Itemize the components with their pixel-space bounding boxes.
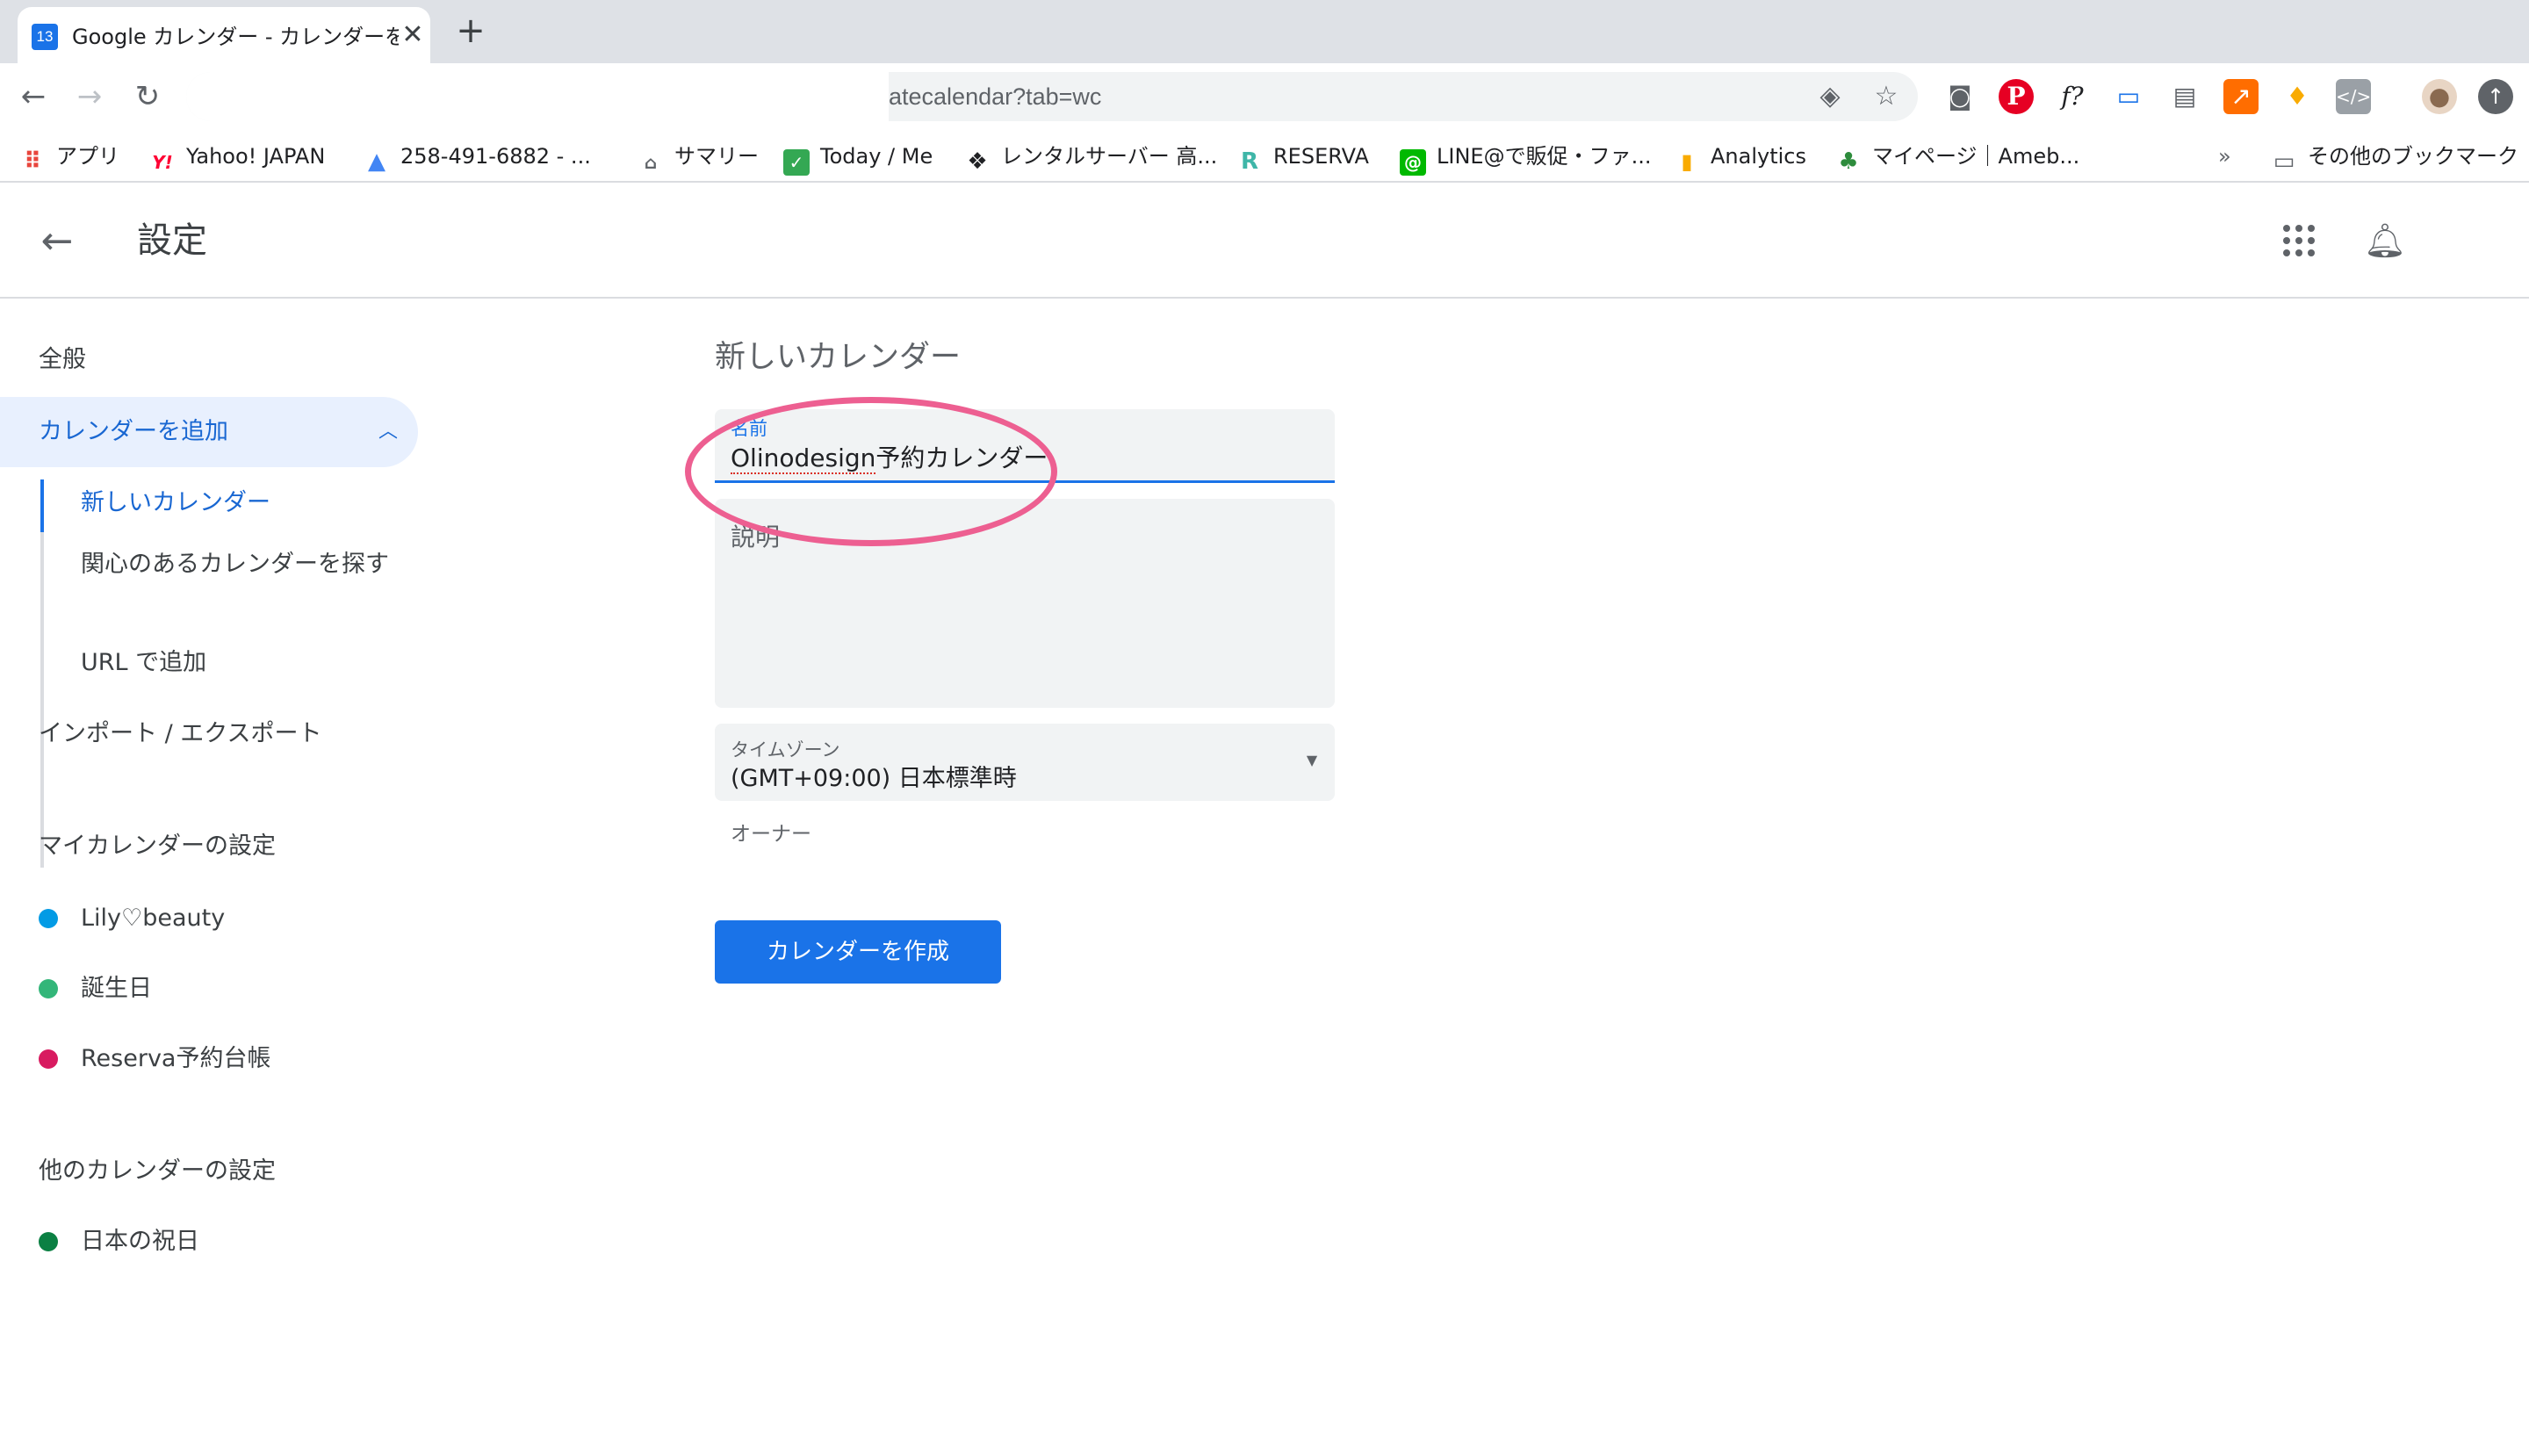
bookmark-label: マイページ｜Ameb... xyxy=(1872,144,2080,169)
form-heading: 新しいカレンダー xyxy=(715,340,962,375)
browser-tab[interactable]: 13 Google カレンダー - カレンダーを ✕ xyxy=(18,7,430,63)
new-calendar-form: 新しいカレンダー 名前 Olinodesign予約カレンダー 説明 タイムゾーン… xyxy=(0,299,2529,1456)
forward-icon[interactable]: → xyxy=(70,77,109,116)
bookmark-line[interactable]: @ LINE@で販促・ファ... xyxy=(1400,141,1652,176)
profile-avatar[interactable]: ● xyxy=(2422,79,2457,114)
bookmark-label: RESERVA xyxy=(1273,144,1369,169)
bookmark-ameba[interactable]: ♣ マイページ｜Ameb... xyxy=(1835,141,2080,175)
bookmark-today[interactable]: ✓ Today / Me xyxy=(783,141,933,176)
today-icon: ✓ xyxy=(783,149,810,176)
bookmark-summary[interactable]: ⌂ サマリー xyxy=(638,141,759,173)
name-value-misspelled: Olinodesign xyxy=(731,443,876,474)
browser-tab-strip: 13 Google カレンダー - カレンダーを ✕ + xyxy=(0,0,2529,63)
timezone-value: (GMT+09:00) 日本標準時 xyxy=(731,765,1017,792)
bookmarks-bar: ⠿ アプリ Y! Yahoo! JAPAN ▲ 258-491-6882 - ... … xyxy=(0,130,2529,183)
browser-toolbar: ← → ↻ atecalendar?tab=wc ◈ ☆ ◙ P f? ▭ ▤ … xyxy=(0,63,2529,130)
other-bookmarks[interactable]: ▭ その他のブックマーク xyxy=(2271,141,2518,175)
close-tab-icon[interactable]: ✕ xyxy=(397,19,429,51)
folder-icon: ▭ xyxy=(2273,148,2295,175)
bookmark-apps[interactable]: ⠿ アプリ xyxy=(19,141,119,175)
dropdown-caret-icon: ▼ xyxy=(1306,752,1318,768)
code-extension-icon[interactable]: </> xyxy=(2336,79,2371,114)
page-title: 設定 xyxy=(137,220,207,261)
calendar-favicon-icon: 13 xyxy=(32,24,58,50)
bookmark-analytics[interactable]: ▮ Analytics xyxy=(1674,141,1806,174)
settings-header: ← 設定 🔔︎ xyxy=(0,183,2529,299)
other-bookmarks-label: その他のブックマーク xyxy=(2308,144,2518,169)
bookmark-label: Today / Me xyxy=(820,144,933,169)
description-field[interactable]: 説明 xyxy=(715,499,1335,708)
analytics-icon: ▮ xyxy=(1681,149,1693,174)
timezone-label: タイムゾーン xyxy=(731,739,840,760)
name-value-rest: 予約カレンダー xyxy=(875,443,1048,472)
timezone-select[interactable]: タイムゾーン (GMT+09:00) 日本標準時 ▼ xyxy=(715,724,1335,801)
back-icon[interactable]: ← xyxy=(14,77,53,116)
bookmark-star-icon[interactable]: ☆ xyxy=(1870,81,1902,112)
server-icon: ❖ xyxy=(967,148,988,175)
owner-label: オーナー xyxy=(731,823,811,846)
name-value[interactable]: Olinodesign予約カレンダー xyxy=(731,443,1048,474)
camera-extension-icon[interactable]: ◙ xyxy=(1942,79,1978,114)
ameba-icon: ♣ xyxy=(1838,148,1859,175)
bookmark-label: Analytics xyxy=(1711,144,1806,169)
pinterest-extension-icon[interactable]: P xyxy=(1999,79,2034,114)
name-label: 名前 xyxy=(731,418,767,439)
bookmark-label: レンタルサーバー 高... xyxy=(1001,144,1218,169)
bookmark-label: 258-491-6882 - ... xyxy=(400,144,591,169)
bookmark-rental-server[interactable]: ❖ レンタルサーバー 高... xyxy=(964,141,1218,175)
bookmark-label: Yahoo! JAPAN xyxy=(186,144,326,169)
calendar-name-field[interactable]: 名前 Olinodesign予約カレンダー xyxy=(715,409,1335,483)
create-calendar-button[interactable]: カレンダーを作成 xyxy=(715,920,1001,984)
account-logo[interactable] xyxy=(2438,221,2496,260)
bookmark-label: アプリ xyxy=(56,144,119,169)
summary-icon: ⌂ xyxy=(644,152,658,173)
bookmark-label: LINE@で販促・ファ... xyxy=(1437,144,1652,169)
font-finder-extension-icon[interactable]: f? xyxy=(2055,79,2090,114)
bookmark-label: サマリー xyxy=(674,144,759,169)
address-bar[interactable]: atecalendar?tab=wc ◈ ☆ xyxy=(186,72,1918,121)
url-text[interactable]: atecalendar?tab=wc xyxy=(889,81,1101,112)
update-icon[interactable]: ↑ xyxy=(2478,79,2513,114)
back-arrow-icon[interactable]: ← xyxy=(35,220,79,263)
bookmark-google-ads[interactable]: ▲ 258-491-6882 - ... xyxy=(364,141,591,175)
install-app-icon[interactable]: ◈ xyxy=(1814,81,1846,112)
notifications-bell-icon[interactable]: 🔔︎ xyxy=(2364,220,2406,262)
yahoo-icon: Y! xyxy=(152,152,173,173)
screen-extension-icon[interactable]: ▭ xyxy=(2111,79,2146,114)
address-bar-masked-area xyxy=(186,72,889,121)
reserva-icon: R xyxy=(1240,148,1259,175)
bookmark-yahoo[interactable]: Y! Yahoo! JAPAN xyxy=(149,141,326,173)
apps-grid-icon: ⠿ xyxy=(23,148,42,175)
bookmarks-overflow-icon[interactable]: » xyxy=(2218,141,2231,172)
lightbulb-extension-icon[interactable]: ♦ xyxy=(2280,79,2315,114)
new-tab-button[interactable]: + xyxy=(453,13,488,49)
reload-icon[interactable]: ↻ xyxy=(128,77,167,116)
google-apps-icon[interactable] xyxy=(2283,225,2315,256)
document-extension-icon[interactable]: ▤ xyxy=(2167,79,2202,114)
tab-title: Google カレンダー - カレンダーを xyxy=(72,25,399,49)
google-ads-icon: ▲ xyxy=(368,148,385,175)
line-icon: @ xyxy=(1400,149,1426,176)
description-placeholder: 説明 xyxy=(731,523,781,551)
bookmark-reserva[interactable]: R RESERVA xyxy=(1236,141,1369,175)
trend-extension-icon[interactable]: ↗ xyxy=(2223,79,2259,114)
